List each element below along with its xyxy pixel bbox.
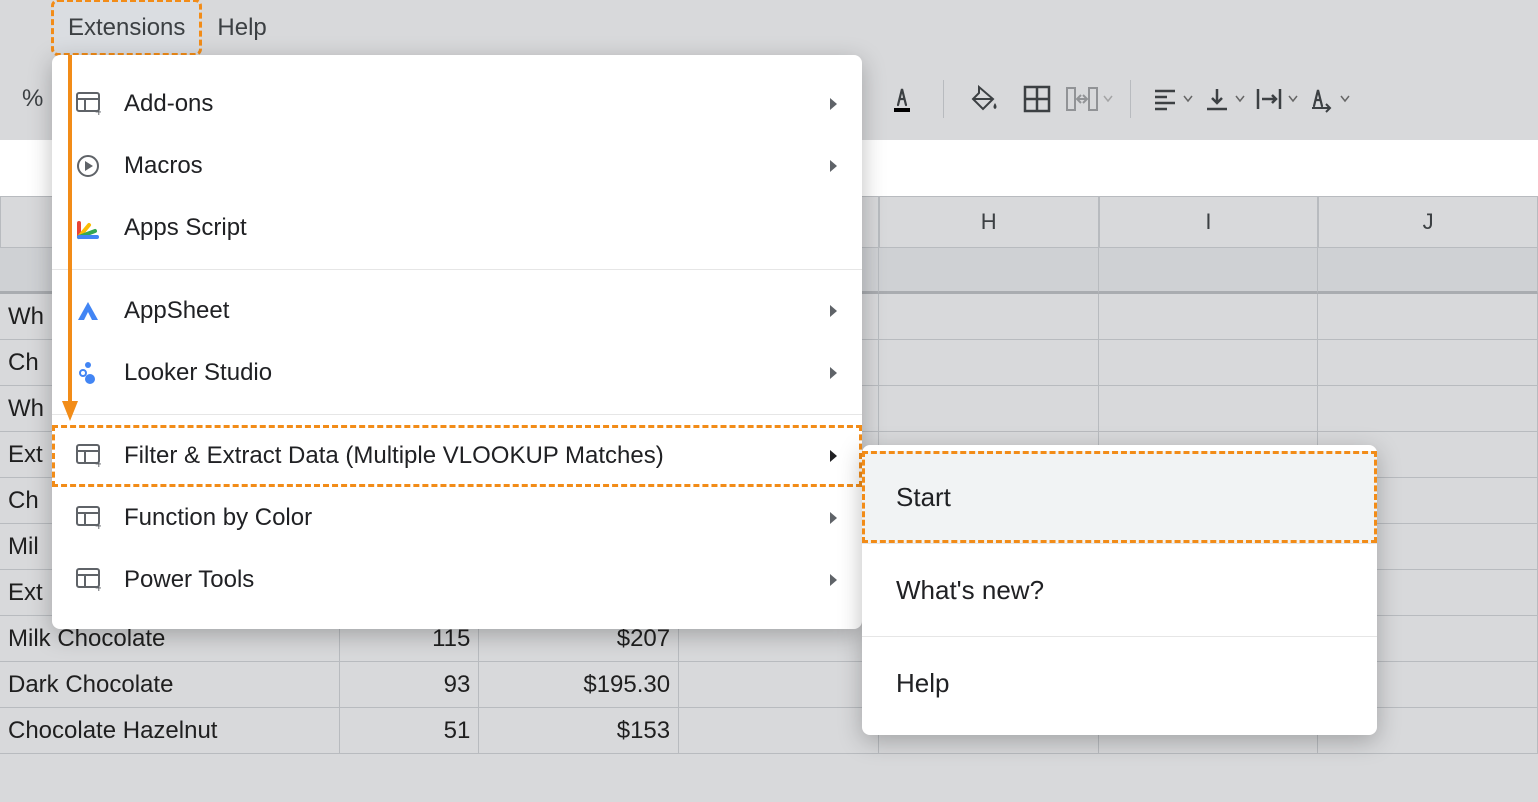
toolbar-separator: [943, 80, 944, 118]
menu-separator: [52, 414, 862, 415]
align-left-icon: [1151, 85, 1179, 113]
rotation-icon: [1306, 84, 1336, 114]
menu-extensions[interactable]: Extensions: [52, 0, 201, 55]
svg-text:+: +: [95, 456, 101, 469]
merge-icon: [1065, 84, 1099, 114]
looker-icon: [74, 359, 102, 387]
submenu-item-whats-new[interactable]: What's new?: [862, 544, 1377, 636]
extensions-menu: + Add-ons Macros Apps Script: [52, 55, 862, 629]
menu-item-macros[interactable]: Macros: [52, 135, 862, 197]
chevron-right-icon: [828, 304, 840, 318]
menu-item-label: Power Tools: [124, 566, 254, 594]
menu-item-label: Function by Color: [124, 504, 312, 532]
vertical-align-button[interactable]: [1199, 74, 1249, 124]
chevron-right-icon: [828, 573, 840, 587]
merge-cells-button[interactable]: [1064, 74, 1114, 124]
submenu-label: Start: [896, 482, 951, 513]
chevron-right-icon: [828, 97, 840, 111]
chevron-down-icon: [1103, 94, 1113, 104]
menu-item-label: Filter & Extract Data (Multiple VLOOKUP …: [124, 442, 664, 470]
addon-icon: +: [74, 566, 102, 594]
submenu-label: What's new?: [896, 575, 1044, 606]
format-percent-button[interactable]: %: [12, 85, 53, 113]
menu-item-label: AppSheet: [124, 297, 229, 325]
menu-item-looker-studio[interactable]: Looker Studio: [52, 342, 862, 404]
wrap-icon: [1254, 85, 1284, 113]
col-J[interactable]: J: [1318, 196, 1538, 248]
text-wrap-button[interactable]: [1251, 74, 1301, 124]
addon-icon: +: [74, 442, 102, 470]
menu-separator: [52, 269, 862, 270]
chevron-down-icon: [1235, 94, 1245, 104]
menu-item-label: Add-ons: [124, 90, 213, 118]
svg-text:+: +: [95, 518, 101, 531]
menubar: Extensions Help: [52, 0, 283, 55]
text-color-icon: [886, 83, 918, 115]
addon-icon: +: [74, 504, 102, 532]
chevron-right-icon: [828, 366, 840, 380]
text-color-button[interactable]: [877, 74, 927, 124]
col-H[interactable]: H: [879, 196, 1099, 248]
menu-item-filter-extract[interactable]: + Filter & Extract Data (Multiple VLOOKU…: [52, 425, 862, 487]
borders-icon: [1022, 84, 1052, 114]
svg-text:+: +: [95, 104, 101, 117]
submenu-item-start[interactable]: Start: [862, 451, 1377, 543]
chevron-right-icon: [828, 449, 840, 463]
borders-button[interactable]: [1012, 74, 1062, 124]
chevron-down-icon: [1288, 94, 1298, 104]
chevron-down-icon: [1340, 94, 1350, 104]
toolbar-separator: [1130, 80, 1131, 118]
chevron-right-icon: [828, 511, 840, 525]
text-rotation-button[interactable]: [1303, 74, 1353, 124]
menu-item-appsheet[interactable]: AppSheet: [52, 280, 862, 342]
col-I[interactable]: I: [1099, 196, 1319, 248]
submenu-item-help[interactable]: Help: [862, 637, 1377, 729]
menu-item-power-tools[interactable]: + Power Tools: [52, 549, 862, 611]
submenu-label: Help: [896, 668, 949, 699]
menu-item-label: Macros: [124, 152, 203, 180]
valign-bottom-icon: [1203, 85, 1231, 113]
fill-color-icon: [969, 83, 1001, 115]
fill-color-button[interactable]: [960, 74, 1010, 124]
chevron-right-icon: [828, 159, 840, 173]
menu-item-label: Looker Studio: [124, 359, 272, 387]
chevron-down-icon: [1183, 94, 1193, 104]
menu-help[interactable]: Help: [201, 0, 282, 55]
menu-item-apps-script[interactable]: Apps Script: [52, 197, 862, 259]
menu-item-addons[interactable]: + Add-ons: [52, 73, 862, 135]
appsheet-icon: [74, 297, 102, 325]
menu-item-label: Apps Script: [124, 214, 247, 242]
menu-item-function-by-color[interactable]: + Function by Color: [52, 487, 862, 549]
filter-extract-submenu: Start What's new? Help: [862, 445, 1377, 735]
horizontal-align-button[interactable]: [1147, 74, 1197, 124]
svg-text:+: +: [95, 580, 101, 593]
macros-icon: [74, 152, 102, 180]
apps-script-icon: [74, 214, 102, 242]
addons-icon: +: [74, 90, 102, 118]
